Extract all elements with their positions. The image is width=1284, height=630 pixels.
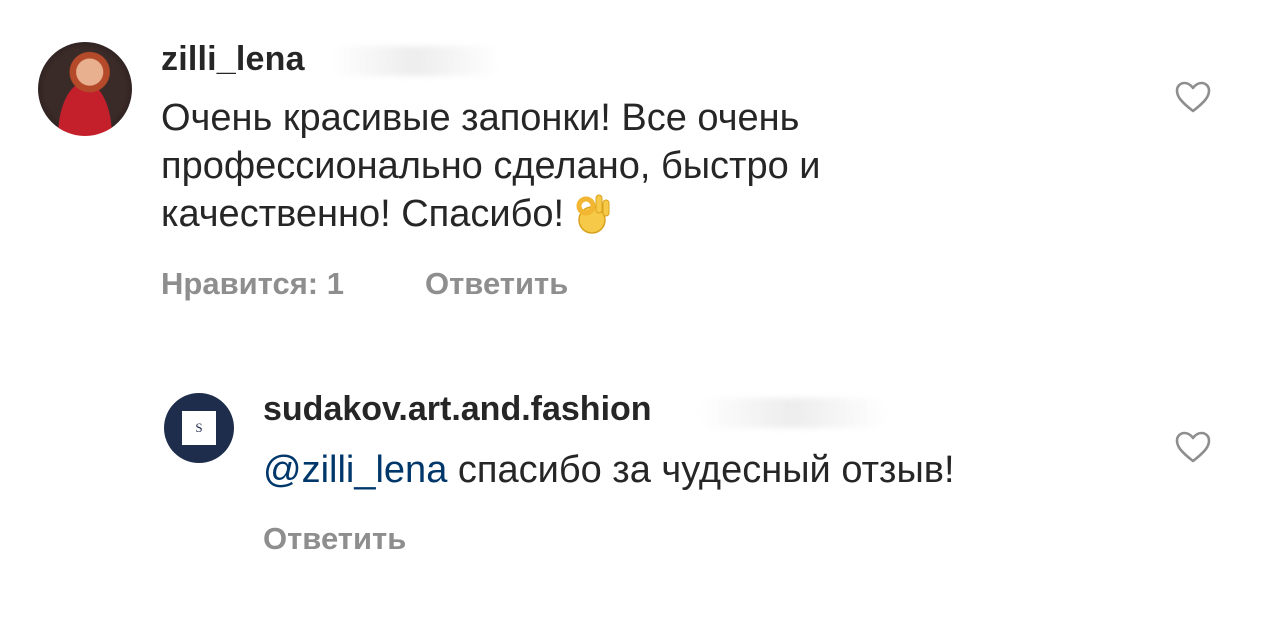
avatar-logo: S <box>182 411 216 445</box>
comment-username[interactable]: sudakov.art.and.fashion <box>263 390 652 429</box>
comment-body: спасибо за чудесный отзыв! <box>457 449 955 491</box>
reply-button[interactable]: Ответить <box>425 266 568 302</box>
comment-body: Очень красивые запонки! Все очень профес… <box>161 97 821 235</box>
comment-username[interactable]: zilli_lena <box>161 40 305 79</box>
blurred-timestamp <box>330 46 500 76</box>
likes-count[interactable]: Нравится: 1 <box>161 266 344 302</box>
ok-hand-emoji-icon <box>576 194 610 234</box>
blurred-timestamp <box>698 398 888 428</box>
comment-text: @zilli_lena спасибо за чудесный отзыв! <box>263 446 1123 494</box>
comment-text: Очень красивые запонки! Все очень профес… <box>161 94 981 238</box>
avatar-zilli-lena[interactable] <box>38 42 132 136</box>
heart-icon[interactable] <box>1174 80 1212 114</box>
mention-link[interactable]: @zilli_lena <box>263 449 447 491</box>
avatar-sudakov[interactable]: S <box>164 393 234 463</box>
reply-button[interactable]: Ответить <box>263 521 406 557</box>
heart-icon[interactable] <box>1174 430 1212 464</box>
